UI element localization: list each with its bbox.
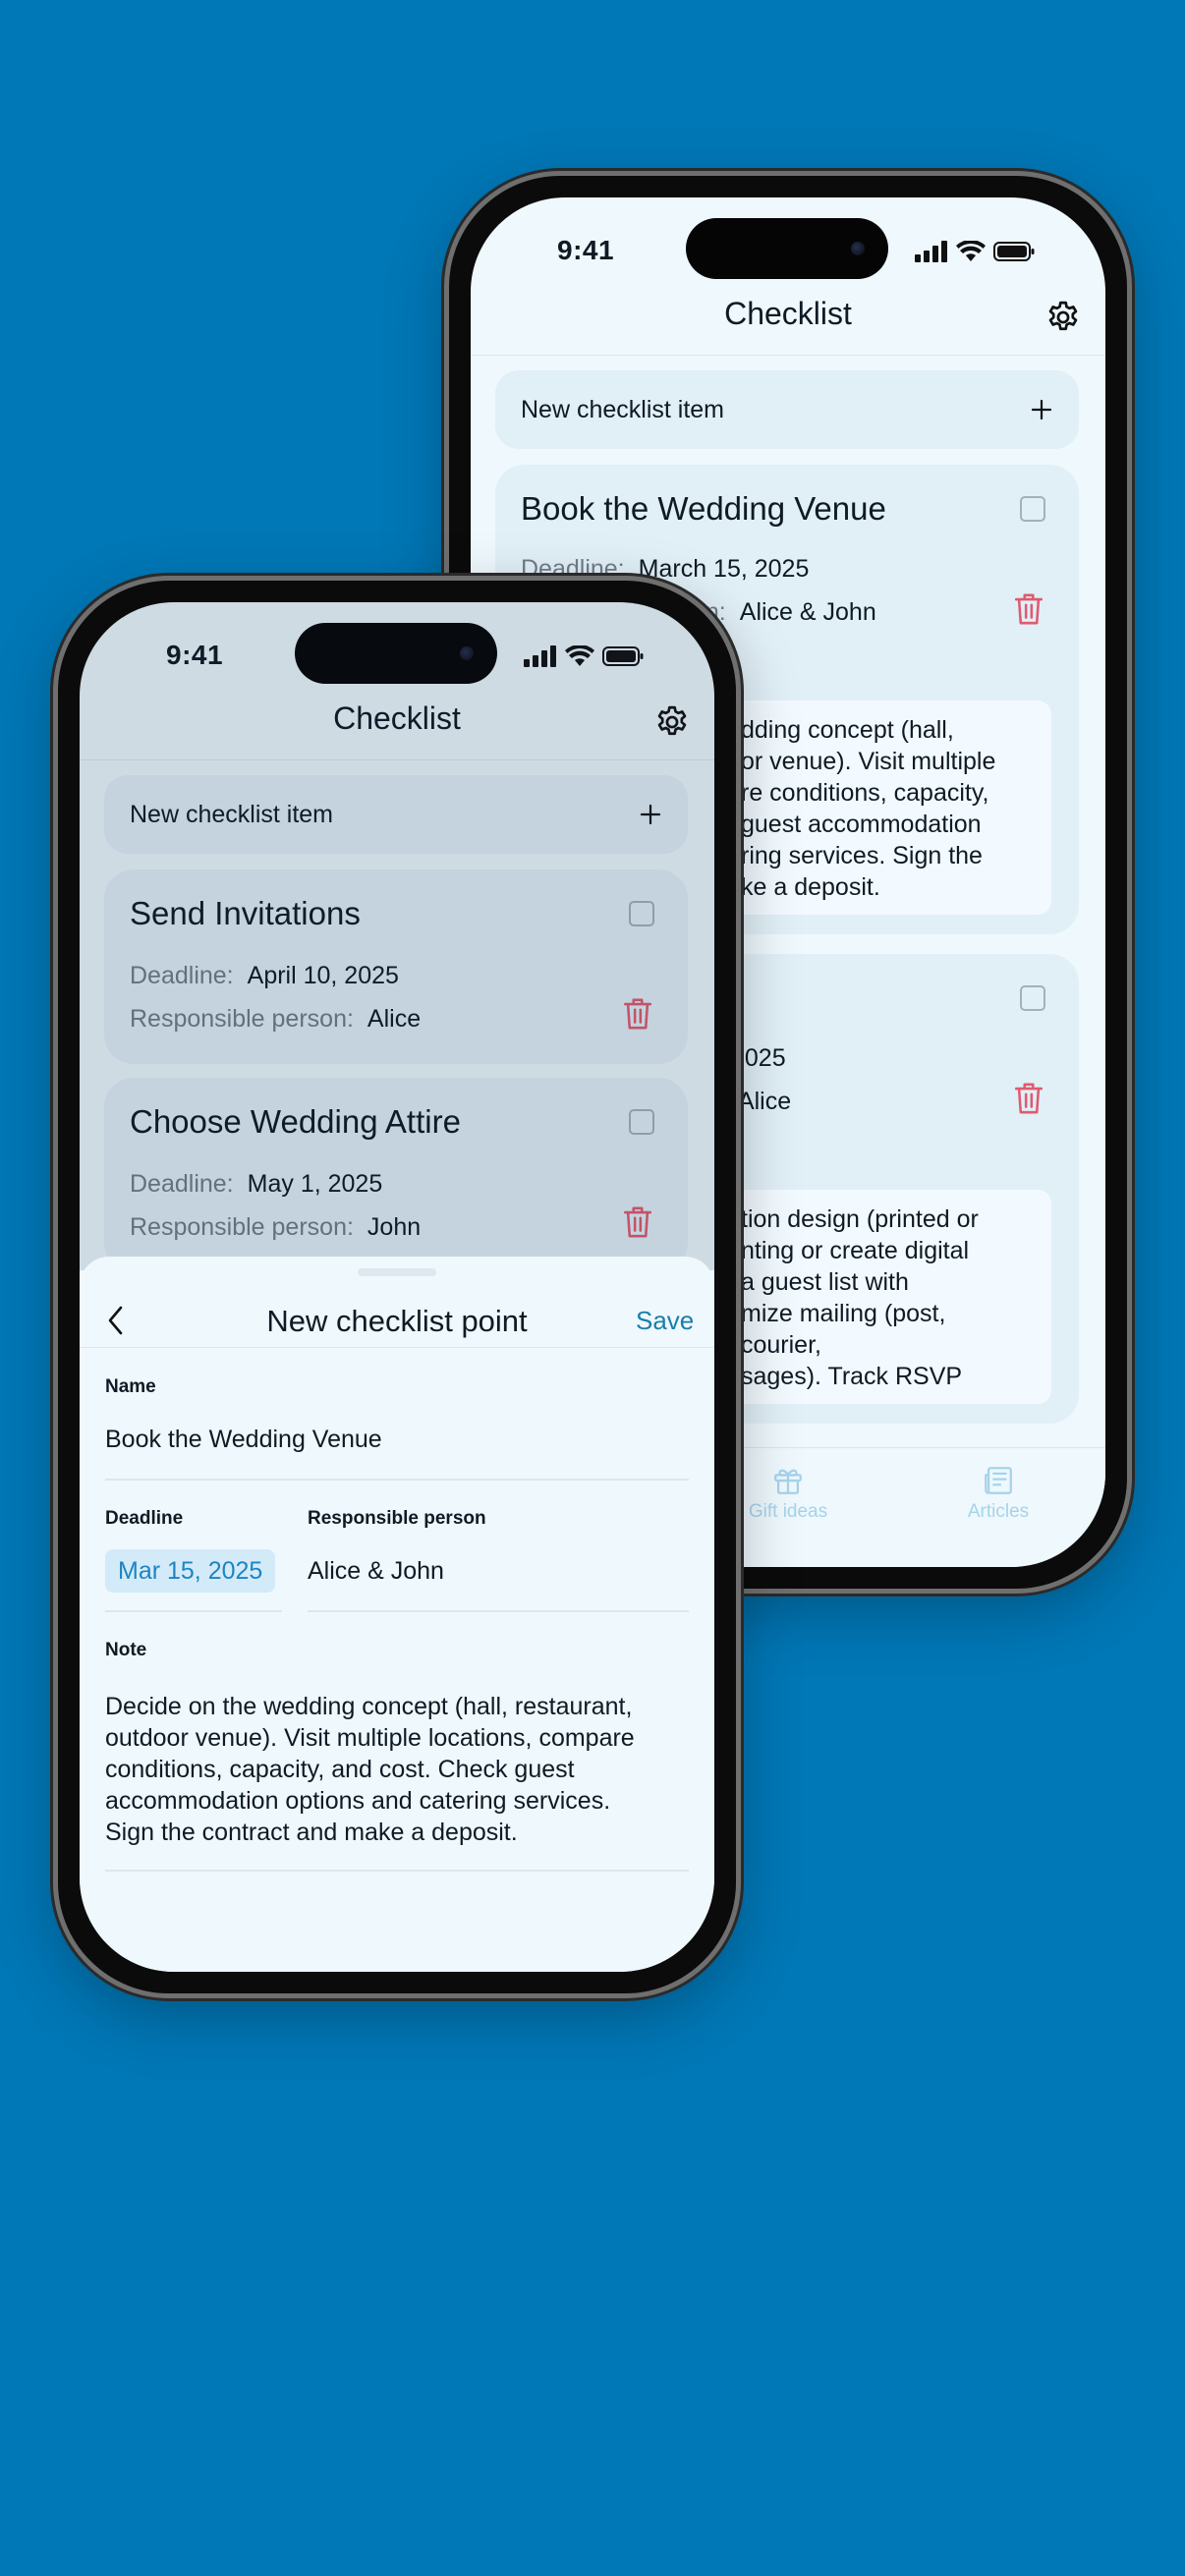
- trash-icon[interactable]: [1012, 1080, 1045, 1117]
- status-time: 9:41: [557, 235, 615, 265]
- gear-icon[interactable]: [1044, 299, 1082, 336]
- nav-bar: Checklist: [471, 282, 1105, 356]
- dynamic-island: [686, 218, 888, 279]
- trash-icon[interactable]: [1012, 590, 1045, 628]
- deadline-value: March 15, 2025: [638, 555, 810, 583]
- name-underline: [105, 1479, 689, 1481]
- new-item-label: New checklist item: [521, 395, 724, 423]
- note-line: ke a deposit.: [741, 873, 880, 901]
- camera-icon: [851, 242, 865, 255]
- tab-gift-ideas[interactable]: Gift ideas: [726, 1464, 850, 1523]
- note-line: a guest list with: [741, 1268, 909, 1296]
- name-label: Name: [105, 1376, 156, 1397]
- save-button[interactable]: Save: [636, 1306, 694, 1336]
- responsible-row: on:Alice & John: [692, 598, 876, 627]
- note-line: mize mailing (post, courier,: [741, 1300, 946, 1359]
- note-line: Sign the contract and make a deposit.: [105, 1819, 518, 1846]
- note-textarea[interactable]: Decide on the wedding concept (hall, res…: [105, 1691, 695, 1848]
- wifi-icon: [956, 241, 986, 261]
- card-title: Book the Wedding Venue: [521, 490, 886, 527]
- sheet-divider: [80, 1347, 714, 1348]
- note-line: guest accommodation: [741, 811, 982, 838]
- note-line: accommodation options and catering servi…: [105, 1787, 611, 1815]
- deadline-date-picker[interactable]: Mar 15, 2025: [105, 1549, 276, 1593]
- responsible-value: Alice & John: [739, 598, 876, 626]
- sheet-grabber[interactable]: [358, 1268, 436, 1276]
- note-box: tion design (printed or nting or create …: [717, 1190, 1051, 1404]
- responsible-label: Responsible person: [308, 1508, 486, 1529]
- note-underline: [105, 1870, 689, 1872]
- tab-label: Gift ideas: [748, 1501, 828, 1522]
- gift-icon: [774, 1469, 802, 1494]
- newspaper-icon: [985, 1467, 1012, 1494]
- note-line: re conditions, capacity,: [741, 779, 989, 807]
- status-icons: [915, 241, 1035, 262]
- front-phone-screen: 9:41 Checklist New checklist item Send I…: [80, 602, 714, 1972]
- responsible-value: Alice: [737, 1088, 792, 1115]
- note-line: nting or create digital: [741, 1237, 970, 1264]
- complete-checkbox[interactable]: [1020, 496, 1045, 522]
- note-line: outdoor venue). Visit multiple locations…: [105, 1724, 635, 1752]
- name-input[interactable]: Book the Wedding Venue: [105, 1426, 382, 1454]
- new-checklist-item-button[interactable]: New checklist item: [495, 370, 1079, 449]
- note-line: sages). Track RSVP: [741, 1363, 963, 1390]
- note-line: tion design (printed or: [741, 1205, 979, 1233]
- note-line: ring services. Sign the: [741, 842, 983, 869]
- note-box: dding concept (hall, or venue). Visit mu…: [717, 700, 1051, 915]
- tab-articles[interactable]: Articles: [936, 1464, 1060, 1523]
- note-line: or venue). Visit multiple: [741, 748, 996, 775]
- new-checklist-point-sheet: New checklist point Save Name Book the W…: [80, 1257, 714, 1972]
- complete-checkbox[interactable]: [1020, 985, 1045, 1011]
- note-label: Note: [105, 1640, 147, 1660]
- responsible-underline: [308, 1610, 689, 1612]
- note-line: Decide on the wedding concept (hall, res…: [105, 1693, 633, 1720]
- responsible-input[interactable]: Alice & John: [308, 1557, 444, 1586]
- plus-icon: [1031, 399, 1052, 420]
- note-line: dding concept (hall,: [741, 716, 954, 744]
- tab-label: Articles: [967, 1501, 1030, 1522]
- status-bar: 9:41: [471, 197, 1105, 286]
- modal-backdrop[interactable]: [80, 602, 714, 1270]
- front-phone-frame: 9:41 Checklist New checklist item Send I…: [53, 576, 741, 1998]
- deadline-underline: [105, 1610, 282, 1612]
- deadline-label: Deadline: [105, 1508, 184, 1529]
- sheet-title: New checklist point: [266, 1304, 528, 1338]
- note-line: conditions, capacity, and cost. Check gu…: [105, 1756, 575, 1783]
- page-title: Checklist: [724, 296, 852, 331]
- battery-icon: [993, 242, 1035, 261]
- signal-icon: [915, 241, 947, 262]
